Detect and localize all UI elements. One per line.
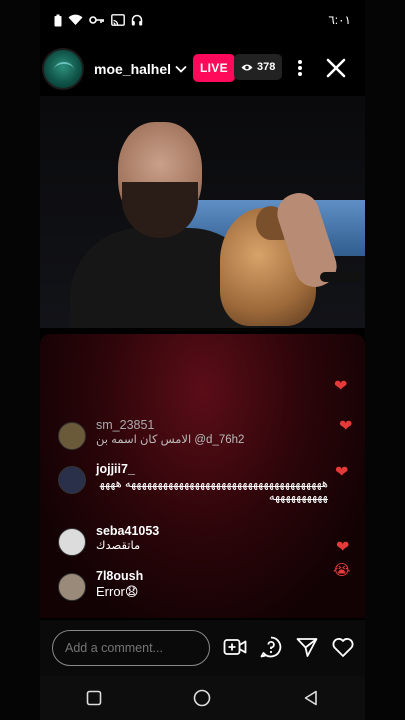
comment-item[interactable]: 7l8oush Error😧 xyxy=(58,569,328,601)
live-badge: LIVE xyxy=(193,54,235,82)
left-letterbox xyxy=(0,0,40,720)
system-nav-bar xyxy=(40,676,365,720)
eye-icon xyxy=(241,64,253,70)
floating-heart-icon: ❤ xyxy=(335,464,349,481)
comment-text: Error😧 xyxy=(96,584,139,599)
comment-text: الامس كان اسمه بن @d_76h2 xyxy=(96,434,245,446)
headphones-icon xyxy=(131,14,143,26)
floating-heart-icon: ❤ xyxy=(336,539,350,556)
commenter-avatar xyxy=(58,466,86,494)
commenter-avatar xyxy=(58,422,86,450)
question-icon[interactable] xyxy=(259,635,283,659)
more-options-icon[interactable] xyxy=(292,56,308,80)
viewer-count: 378 xyxy=(257,61,276,73)
floating-heart-icon: ❤ xyxy=(334,378,348,395)
commenter-username: jojjii7_ xyxy=(96,462,135,476)
live-video xyxy=(40,96,365,328)
heart-icon[interactable] xyxy=(331,635,355,659)
live-header: moe_halhel LIVE 378 xyxy=(40,44,365,94)
host-avatar[interactable] xyxy=(42,48,84,90)
chevron-down-icon xyxy=(175,65,187,73)
host-username-button[interactable]: moe_halhel xyxy=(94,61,187,77)
comment-text: ماتقصدك xyxy=(96,540,141,552)
crying-face-icon: 😭 xyxy=(333,562,351,579)
clock: ٦:٠١ xyxy=(328,13,351,27)
right-letterbox xyxy=(365,0,405,720)
comment-text: هههههههههههههههههههههههههههههههههههههه ه… xyxy=(99,478,328,503)
comment-item[interactable]: jojjii7_ ههههههههههههههههههههههههههههههه… xyxy=(58,462,328,504)
commenter-username: sm_23851 xyxy=(96,418,155,432)
commenter-avatar xyxy=(58,573,86,601)
viewer-count-badge[interactable]: 378 xyxy=(234,54,283,80)
comment-item[interactable]: sm_23851 الامس كان اسمه بن @d_76h2 xyxy=(58,418,328,450)
key-icon xyxy=(89,16,104,24)
floating-heart-icon: ❤ xyxy=(339,418,353,435)
status-icons xyxy=(54,14,143,27)
commenter-username: 7l8oush xyxy=(96,569,144,583)
commenter-avatar xyxy=(58,528,86,556)
cast-icon xyxy=(111,14,125,26)
bracelet xyxy=(320,272,362,282)
wifi-icon xyxy=(68,14,83,25)
comment-bar xyxy=(40,620,365,676)
battery-icon xyxy=(54,14,62,26)
home-icon[interactable] xyxy=(193,689,211,707)
commenter-username: seba41053 xyxy=(96,524,160,538)
recents-icon[interactable] xyxy=(86,690,102,706)
back-icon[interactable] xyxy=(303,690,319,706)
add-video-icon[interactable] xyxy=(223,635,247,659)
comment-input[interactable] xyxy=(52,630,210,666)
comment-item[interactable]: seba41053 ماتقصدك xyxy=(58,524,328,556)
status-bar: ٦:٠١ xyxy=(40,0,365,40)
host-username: moe_halhel xyxy=(94,61,172,77)
share-icon[interactable] xyxy=(295,635,319,659)
close-icon[interactable] xyxy=(324,56,348,80)
